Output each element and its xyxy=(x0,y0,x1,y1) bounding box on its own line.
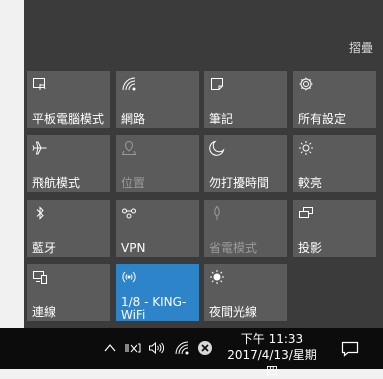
tile-tablet-mode[interactable]: 平板電腦模式 xyxy=(27,71,110,128)
tile-all-settings[interactable]: 所有設定 xyxy=(293,71,376,128)
tile-airplane-mode[interactable]: 飛航模式 xyxy=(27,135,110,192)
tile-label: 位置 xyxy=(121,176,146,190)
project-icon xyxy=(298,205,314,221)
gear-icon xyxy=(298,76,314,92)
tile-label: 連線 xyxy=(32,305,57,319)
tile-label: 勿打擾時間 xyxy=(209,176,270,190)
clock-time: 下午 11:33 xyxy=(240,332,304,346)
clock-date: 2017/4/13/星期四 xyxy=(227,348,317,378)
tile-label: 較亮 xyxy=(298,176,323,190)
tile-label: 筆記 xyxy=(209,112,234,126)
taskbar-clock[interactable]: 下午 11:33 2017/4/13/星期四 xyxy=(222,331,322,379)
connect-icon xyxy=(32,269,48,285)
network-icon xyxy=(121,76,137,92)
tile-wifi-king[interactable]: 1/8 - KING- WiFi xyxy=(116,264,199,322)
tile-night-light[interactable]: 夜間光線 xyxy=(204,264,287,321)
tile-quiet-hours[interactable]: 勿打擾時間 xyxy=(204,135,287,192)
tile-label: VPN xyxy=(121,241,146,255)
tile-label: 網路 xyxy=(121,112,146,126)
tile-label: 所有設定 xyxy=(298,112,347,126)
wifi-hotspot-icon xyxy=(121,269,137,285)
tile-location[interactable]: 位置 xyxy=(116,135,199,192)
tile-label: 1/8 - KING- WiFi xyxy=(121,295,187,322)
tile-project[interactable]: 投影 xyxy=(293,200,376,257)
night-light-icon xyxy=(209,269,225,285)
notification-icon xyxy=(341,341,359,357)
tile-battery-saver[interactable]: 省電模式 xyxy=(204,200,287,257)
close-circle-icon[interactable] xyxy=(197,340,213,356)
wifi-icon[interactable] xyxy=(174,340,190,356)
tile-label: 飛航模式 xyxy=(32,176,81,190)
tile-note[interactable]: 筆記 xyxy=(204,71,287,128)
tile-brightness[interactable]: 較亮 xyxy=(293,135,376,192)
note-icon xyxy=(209,76,225,92)
brightness-icon xyxy=(298,140,314,156)
tile-label: 藍牙 xyxy=(32,241,57,255)
tile-label: 投影 xyxy=(298,241,323,255)
airplane-icon xyxy=(32,140,48,156)
tile-bluetooth[interactable]: 藍牙 xyxy=(27,200,110,257)
volume-icon[interactable] xyxy=(148,340,164,356)
tile-vpn[interactable]: VPN xyxy=(116,200,199,257)
tile-label: 夜間光線 xyxy=(209,305,258,319)
vpn-icon xyxy=(121,205,137,221)
tablet-mode-icon xyxy=(32,76,48,92)
taskbar: 下午 11:33 2017/4/13/星期四 xyxy=(0,328,383,378)
tile-network[interactable]: 網路 xyxy=(116,71,199,128)
tile-label: 省電模式 xyxy=(209,241,258,255)
moon-icon xyxy=(209,140,225,156)
input-method-icon[interactable] xyxy=(125,340,141,356)
action-center-panel: 摺疊 平板電腦模式 網路 筆記 所有設定 飛航模式 位置 勿打擾時間 較亮 藍牙… xyxy=(24,0,383,328)
chevron-up-icon[interactable] xyxy=(102,340,118,356)
action-center-button[interactable] xyxy=(334,334,366,364)
tile-connect[interactable]: 連線 xyxy=(27,264,110,321)
battery-saver-icon xyxy=(209,205,225,221)
tile-label: 平板電腦模式 xyxy=(32,112,105,126)
bluetooth-icon xyxy=(32,205,48,221)
background-window-edge xyxy=(0,0,24,328)
location-icon xyxy=(121,140,137,156)
collapse-link[interactable]: 摺疊 xyxy=(349,39,373,56)
